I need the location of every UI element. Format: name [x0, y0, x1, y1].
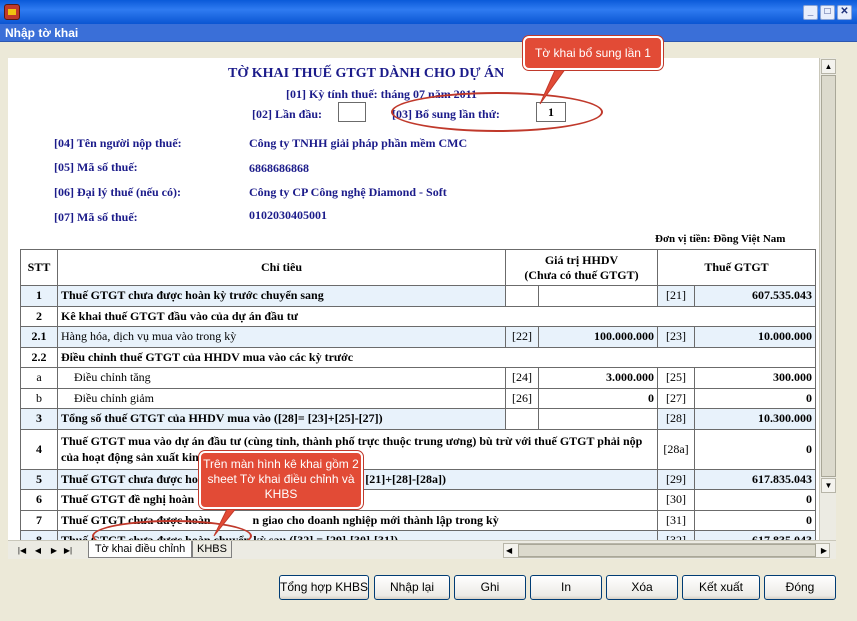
form-heading: TỜ KHAI THUẾ GTGT DÀNH CHO DỰ ÁN: [228, 66, 505, 81]
value-cell[interactable]: 300.000: [694, 367, 816, 389]
table-row: 3 Tổng số thuế GTGT của HHDV mua vào ([2…: [20, 408, 816, 430]
save-button[interactable]: Ghi: [454, 575, 526, 600]
table-row: b Điều chỉnh giảm [26] 0 [27] 0: [20, 387, 816, 409]
header-vat: Thuế GTGT: [657, 249, 816, 286]
form-titlebar: Nhập tờ khai: [0, 24, 857, 42]
agent-tax-code-value: 0102030405001: [249, 208, 327, 222]
table-header: STT Chỉ tiêu Giá trị HHDV (Chưa có thuế G…: [20, 249, 816, 286]
tab-khbs[interactable]: KHBS: [192, 541, 232, 558]
table-row: 1 Thuế GTGT chưa được hoàn kỳ trước chuy…: [20, 285, 816, 307]
horizontal-scroll-thumb[interactable]: [518, 544, 816, 557]
supplement-callout: Tờ khai bổ sung lần 1: [523, 36, 663, 70]
taxpayer-name-value: Công ty TNHH giải pháp phần mềm CMC: [249, 136, 468, 150]
first-sheet-icon[interactable]: |◀: [16, 544, 28, 557]
value-cell[interactable]: 100.000.000: [538, 326, 658, 348]
horizontal-scrollbar[interactable]: ◀ ▶: [503, 543, 830, 558]
first-time-checkbox[interactable]: [338, 102, 366, 122]
khbs-summary-button[interactable]: Tổng hợp KHBS: [279, 575, 369, 600]
currency-unit: Đơn vị tiền: Đồng Việt Nam: [655, 233, 786, 245]
scroll-right-icon[interactable]: ▶: [821, 544, 827, 557]
tax-code-label: [05] Mã số thuế:: [54, 160, 138, 174]
print-button[interactable]: In: [530, 575, 602, 600]
scroll-down-icon[interactable]: ▼: [821, 478, 836, 493]
scroll-up-icon[interactable]: ▲: [821, 59, 836, 74]
agent-tax-code-label: [07] Mã số thuế:: [54, 210, 138, 224]
app-icon: [4, 4, 20, 20]
close-button[interactable]: ✕: [837, 5, 852, 20]
next-sheet-icon[interactable]: ▶: [48, 544, 60, 557]
window-titlebar: _ □ ✕: [0, 0, 857, 24]
declaration-table: STT Chỉ tiêu Giá trị HHDV (Chưa có thuế G…: [20, 249, 816, 540]
agent-label: [06] Đại lý thuế (nếu có):: [54, 185, 181, 199]
value-cell[interactable]: 0: [538, 387, 658, 409]
tax-code-value: 6868686868: [249, 161, 309, 175]
minimize-button[interactable]: _: [803, 5, 818, 20]
taxpayer-name-label: [04] Tên người nộp thuế:: [54, 136, 182, 150]
delete-button[interactable]: Xóa: [606, 575, 678, 600]
value-cell[interactable]: 10.000.000: [694, 326, 816, 348]
table-row: 2.1 Hàng hóa, dịch vụ mua vào trong kỳ […: [20, 326, 816, 348]
header-stt: STT: [20, 249, 58, 286]
vertical-scrollbar[interactable]: ▲ ▼: [819, 58, 836, 540]
close-form-button[interactable]: Đóng: [764, 575, 836, 600]
vertical-scroll-thumb[interactable]: [821, 75, 836, 477]
value-cell[interactable]: 0: [694, 387, 816, 409]
value-cell[interactable]: 607.535.043: [694, 285, 816, 307]
table-row: 4 Thuế GTGT mua vào dự án đầu tư (cùng t…: [20, 428, 816, 470]
value-cell[interactable]: 3.000.000: [538, 367, 658, 389]
header-value: Giá trị HHDV (Chưa có thuế GTGT): [505, 249, 658, 286]
maximize-button[interactable]: □: [820, 5, 835, 20]
scroll-left-icon[interactable]: ◀: [506, 544, 512, 557]
sheets-callout: Trên màn hình kê khai gồm 2 sheet Tờ kha…: [199, 451, 363, 509]
form-sheet[interactable]: TỜ KHAI THUẾ GTGT DÀNH CHO DỰ ÁN [01] Kỳ…: [8, 58, 819, 540]
table-row: a Điều chỉnh tăng [24] 3.000.000 [25] 30…: [20, 367, 816, 389]
form-title: Nhập tờ khai: [5, 26, 79, 40]
export-button[interactable]: Kết xuất: [682, 575, 760, 600]
tab-to-khai-dieu-chinh[interactable]: Tờ khai điều chỉnh: [88, 541, 192, 558]
prev-sheet-icon[interactable]: ◀: [32, 544, 44, 557]
agent-value: Công ty CP Công nghệ Diamond - Soft: [249, 185, 447, 199]
table-row: 2.2 Điều chỉnh thuế GTGT của HHDV mua và…: [20, 346, 816, 368]
table-row: 2 Kê khai thuế GTGT đầu vào của dự án đầ…: [20, 305, 816, 327]
last-sheet-icon[interactable]: ▶|: [62, 544, 74, 557]
table-row: 5 Thuế GTGT chưa được hoàn u tư ([29] = […: [20, 468, 816, 490]
reset-button[interactable]: Nhập lại: [374, 575, 450, 600]
sheet-tab-bar: |◀ ◀ ▶ ▶| Tờ khai điều chỉnh KHBS ◀ ▶: [8, 540, 836, 559]
table-row: 6 Thuế GTGT đề nghị hoàn [30] 0: [20, 489, 816, 511]
header-indicator: Chỉ tiêu: [57, 249, 506, 286]
first-time-label: [02] Lần đầu:: [252, 107, 323, 121]
supplement-highlight-ellipse: [391, 92, 603, 132]
